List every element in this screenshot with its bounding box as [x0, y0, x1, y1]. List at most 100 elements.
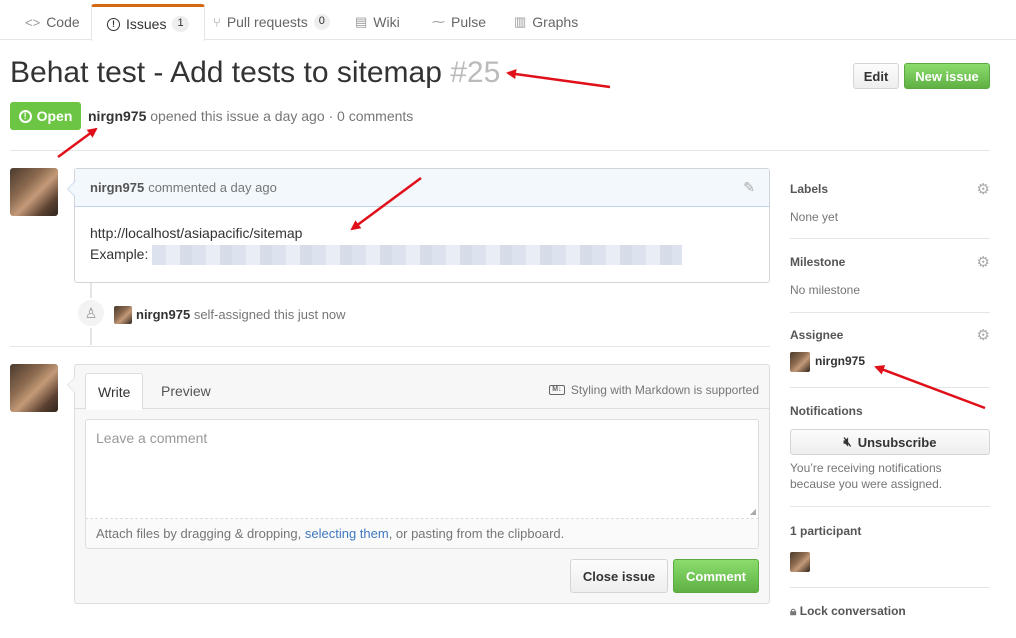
sidebar-notifications: Notifications — [790, 404, 990, 418]
lock-conversation-label: Lock conversation — [799, 604, 906, 618]
notifications-heading: Notifications — [790, 404, 863, 418]
issue-opened-icon: ! — [18, 109, 32, 123]
form-tabbar: Write Preview M↓ Styling with Markdown i… — [75, 365, 769, 410]
unsubscribe-label: Unsubscribe — [857, 434, 937, 450]
edit-button[interactable]: Edit — [853, 63, 899, 89]
pull-requests-counter: 0 — [313, 14, 330, 30]
sidebar-assignee: Assignee ⚙ — [790, 326, 990, 344]
annotation-arrow-author — [57, 127, 98, 159]
tab-code[interactable]: <> Code — [10, 4, 95, 40]
comment-time: commented a day ago — [148, 180, 277, 195]
divider — [10, 346, 770, 347]
form-caret — [67, 377, 75, 393]
issue-title-text: Behat test - Add tests to sitemap — [10, 56, 442, 89]
close-issue-button[interactable]: Close issue — [570, 559, 668, 593]
avatar[interactable] — [114, 306, 132, 324]
selecting-them-link[interactable]: selecting them — [305, 526, 389, 541]
assignee-heading: Assignee — [790, 328, 844, 342]
tab-pull-requests-label: Pull requests — [226, 14, 308, 30]
tab-write[interactable]: Write — [85, 373, 144, 410]
milestone-heading: Milestone — [790, 255, 846, 269]
avatar[interactable] — [10, 364, 58, 412]
code-icon: <> — [25, 14, 41, 30]
comment-body: http://localhost/asiapacific/sitemap Exa… — [75, 207, 769, 281]
event-actor-link[interactable]: nirgn975 — [136, 307, 190, 322]
comment-header: nirgn975 commented a day ago ✎ — [75, 169, 769, 207]
tab-pulse-label: Pulse — [451, 14, 487, 30]
markdown-note[interactable]: M↓ Styling with Markdown is supported — [548, 383, 759, 397]
comment-caret — [67, 181, 75, 197]
tab-graphs-label: Graphs — [532, 14, 579, 30]
lock-conversation-link[interactable]: 🔒︎ Lock conversation — [790, 604, 906, 619]
avatar[interactable] — [790, 352, 810, 372]
lock-icon: 🔒︎ — [790, 604, 797, 618]
gear-icon[interactable]: ⚙ — [977, 253, 990, 271]
comment-placeholder: Leave a comment — [96, 430, 208, 446]
markdown-icon: M↓ — [548, 385, 565, 395]
comment-button[interactable]: Comment — [673, 559, 759, 593]
gear-icon[interactable]: ⚙ — [977, 326, 990, 344]
attach-suffix: , or pasting from the clipboard. — [388, 526, 565, 541]
issue-meta-text: opened this issue a day ago · 0 comments — [150, 108, 414, 124]
issues-counter: 1 — [172, 16, 189, 32]
attach-files-bar: Attach files by dragging & dropping, sel… — [85, 519, 759, 549]
comment-example-label: Example: — [90, 246, 149, 262]
issue-opened-icon: ! — [107, 17, 120, 31]
milestone-value: No milestone — [790, 283, 861, 297]
tab-pull-requests[interactable]: ⑂ Pull requests 0 — [198, 4, 345, 40]
tab-wiki-label: Wiki — [373, 14, 400, 30]
graph-icon: ▥ — [514, 14, 527, 29]
avatar[interactable] — [10, 168, 58, 216]
issue-meta: nirgn975 opened this issue a day ago · 0… — [88, 108, 413, 124]
unsubscribe-button[interactable]: 🔇︎ Unsubscribe — [790, 429, 990, 455]
annotation-arrow-title — [506, 69, 611, 89]
avatar[interactable] — [790, 552, 810, 572]
resize-handle-icon[interactable]: ◢ — [750, 507, 756, 516]
tab-graphs[interactable]: ▥ Graphs — [499, 4, 593, 40]
comment-author-link[interactable]: nirgn975 — [90, 180, 144, 195]
tab-preview[interactable]: Preview — [149, 373, 223, 409]
markdown-note-text: Styling with Markdown is supported — [570, 383, 759, 397]
divider — [790, 587, 990, 588]
tab-code-label: Code — [46, 14, 80, 30]
tab-issues[interactable]: ! Issues 1 — [91, 4, 205, 41]
comment-url-line: http://localhost/asiapacific/sitemap — [90, 225, 303, 241]
mute-icon: 🔇︎ — [843, 434, 852, 449]
event-text: self-assigned this just now — [193, 307, 346, 322]
redacted-text — [152, 245, 683, 266]
tab-issues-label: Issues — [126, 16, 167, 32]
attach-prefix: Attach files by dragging & dropping, — [96, 526, 305, 541]
new-comment-form: Write Preview M↓ Styling with Markdown i… — [67, 364, 770, 604]
timeline-event: nirgn975 self-assigned this just now — [136, 307, 346, 322]
divider — [790, 387, 990, 388]
repo-nav: <> Code ! Issues 1 ⑂ Pull requests 0 ▤ W… — [0, 0, 1016, 41]
issue-number: #25 — [450, 56, 501, 89]
comment-textarea[interactable]: Leave a comment ◢ — [85, 419, 759, 519]
sidebar-participants: 1 participant — [790, 524, 990, 538]
pencil-icon[interactable]: ✎ — [743, 179, 755, 196]
labels-value: None yet — [790, 210, 839, 224]
git-pull-request-icon: ⑂ — [213, 14, 221, 30]
book-icon: ▤ — [355, 14, 368, 29]
notifications-text: You’re receiving notifications because y… — [790, 461, 943, 491]
divider — [790, 238, 990, 239]
status-badge-label: Open — [36, 108, 73, 124]
person-icon: ♙ — [76, 298, 106, 328]
comment-box: nirgn975 commented a day ago ✎ http://lo… — [67, 168, 770, 283]
tab-wiki[interactable]: ▤ Wiki — [340, 4, 415, 40]
sidebar-labels: Labels ⚙ None yet — [790, 180, 990, 224]
labels-heading: Labels — [790, 182, 829, 196]
assignee-name[interactable]: nirgn975 — [815, 354, 865, 368]
issue-title: Behat test - Add tests to sitemap #25 — [10, 56, 500, 90]
pulse-icon: ⁓ — [432, 14, 445, 29]
gear-icon[interactable]: ⚙ — [977, 180, 990, 198]
divider — [10, 150, 990, 151]
divider — [790, 312, 990, 313]
status-badge: ! Open — [10, 102, 81, 130]
participants-heading: 1 participant — [790, 524, 862, 538]
issue-author-link[interactable]: nirgn975 — [88, 108, 146, 124]
new-issue-button[interactable]: New issue — [904, 63, 990, 89]
sidebar-milestone: Milestone ⚙ No milestone — [790, 253, 990, 297]
divider — [790, 506, 990, 507]
tab-pulse[interactable]: ⁓ Pulse — [417, 4, 501, 40]
